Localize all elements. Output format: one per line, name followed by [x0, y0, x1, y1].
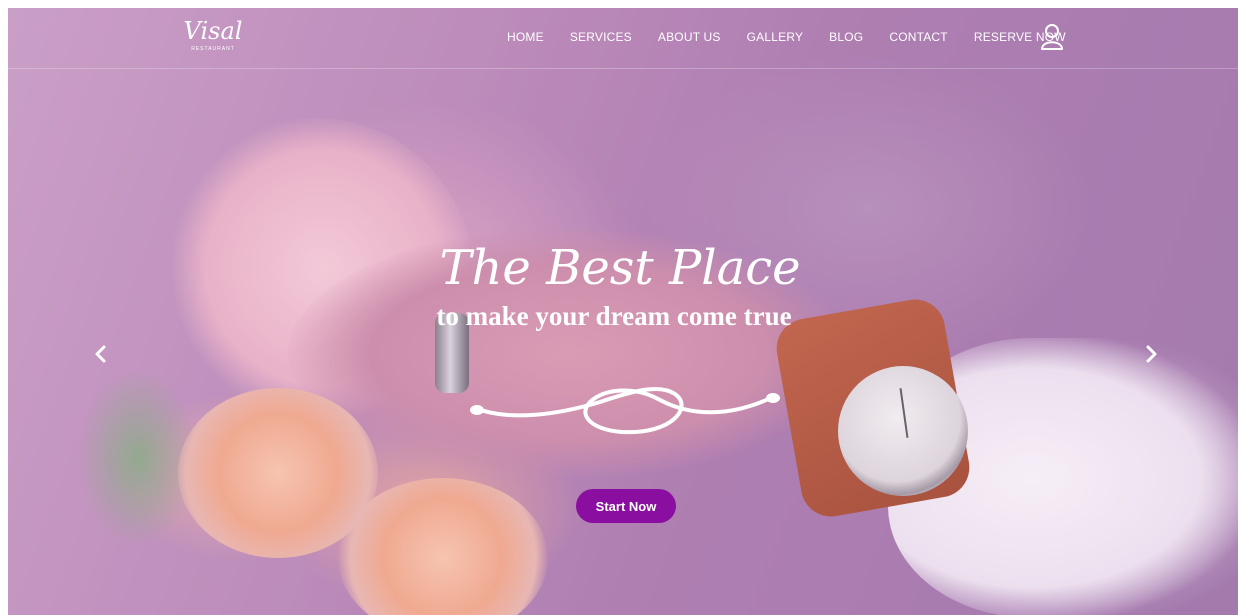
hero-caption: The Best Place to make your dream come t…	[400, 238, 840, 334]
nav-item-home[interactable]: HOME	[507, 30, 544, 44]
heart-flourish-icon	[470, 386, 780, 435]
nav-item-about-us[interactable]: ABOUT US	[658, 30, 721, 44]
nav-item-contact[interactable]: CONTACT	[889, 30, 948, 44]
user-icon[interactable]	[1040, 23, 1064, 51]
chevron-left-icon[interactable]	[91, 342, 111, 366]
nav-item-blog[interactable]: BLOG	[829, 30, 863, 44]
site-logo[interactable]: Visal RESTAURANT	[178, 17, 248, 61]
logo-subtext: RESTAURANT	[191, 46, 235, 52]
chevron-right-icon[interactable]	[1141, 342, 1161, 366]
hero-subline: to make your dream come true	[436, 301, 792, 331]
start-now-button[interactable]: Start Now	[576, 489, 676, 523]
navbar: Visal RESTAURANT HOME SERVICES ABOUT US …	[8, 8, 1238, 69]
logo-text: Visal	[183, 17, 243, 45]
nav-item-services[interactable]: SERVICES	[570, 30, 632, 44]
watch-face-image	[838, 366, 968, 496]
hero-headline: The Best Place	[439, 240, 801, 296]
nav-item-gallery[interactable]: GALLERY	[747, 30, 804, 44]
nav-menu: HOME SERVICES ABOUT US GALLERY BLOG CONT…	[507, 27, 1066, 47]
